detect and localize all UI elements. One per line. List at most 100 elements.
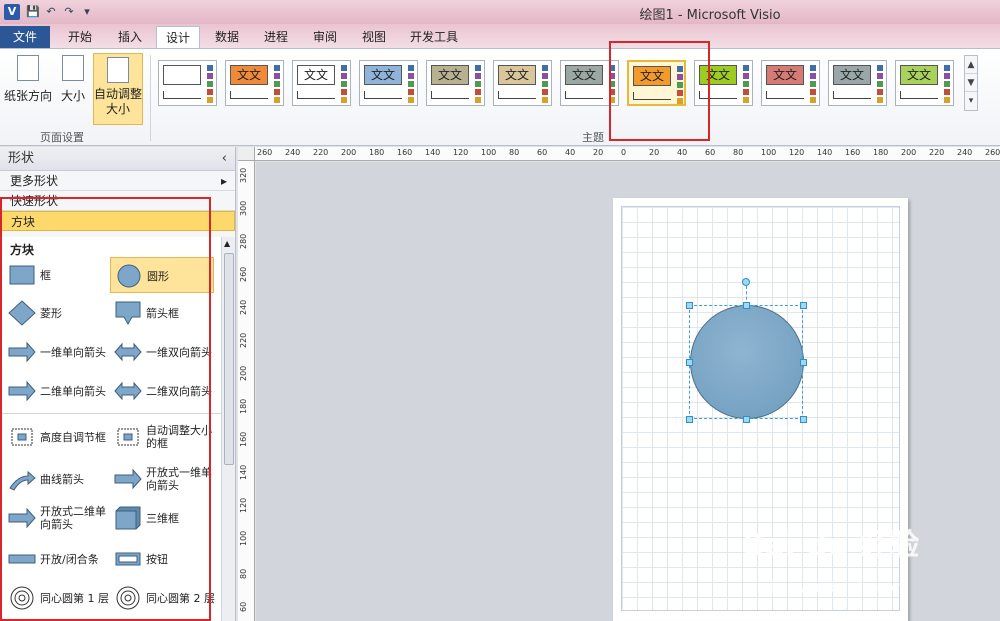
more-shapes-label: 更多形状 [10,174,59,188]
theme-color-swatch [877,73,883,79]
theme-color-swatch [207,97,213,103]
theme-color-swatch [877,65,883,71]
rotation-handle[interactable] [742,278,750,286]
ruler-corner [238,147,255,161]
stencil-scrollbar[interactable]: ▲ [221,237,235,621]
gallery-up-icon[interactable]: ▲ [965,56,977,74]
ruler-tick-label: 240 [285,148,301,157]
ruler-tick-label: 260 [985,148,1000,157]
ruler-tick-label: 100 [481,148,497,157]
ribbon-separator [150,55,151,141]
theme-card: 文文 [833,65,871,85]
theme-item-1[interactable] [158,60,217,106]
theme-color-swatch [274,97,280,103]
ruler-tick-label: 140 [817,148,833,157]
ruler-tick-label: 0 [621,148,627,157]
ruler-tick-label: 120 [453,148,469,157]
theme-color-swatch [274,73,280,79]
ruler-tick-label: 160 [239,431,248,447]
tab-data[interactable]: 数据 [205,26,249,48]
theme-color-swatch [475,89,481,95]
resize-handle-sw[interactable] [686,416,693,423]
theme-color-swatch [542,81,548,87]
horizontal-ruler: 260 240 220 200 180 160 140 120 100 80 60 40 20 0 20 40… [255,147,1000,161]
highlight-box-shapes [0,197,211,621]
tab-design[interactable]: 设计 [156,26,200,48]
tab-developer[interactable]: 开发工具 [403,26,465,48]
resize-handle-n[interactable] [743,302,750,309]
ruler-tick-label: 40 [677,148,688,157]
tab-process[interactable]: 进程 [254,26,298,48]
theme-color-swatch [475,73,481,79]
ruler-tick-label: 40 [565,148,576,157]
baidu-watermark: Bai du 经验 [742,528,920,563]
theme-item-5[interactable]: 文文 [426,60,485,106]
theme-color-swatch [743,73,749,79]
theme-color-swatch [408,97,414,103]
resize-handle-se[interactable] [800,416,807,423]
size-button[interactable]: 大小 [56,55,90,119]
theme-color-swatch [475,65,481,71]
theme-color-swatch [274,89,280,95]
ruler-tick-label: 80 [733,148,744,157]
theme-item-4[interactable]: 文文 [359,60,418,106]
gallery-more-icon[interactable]: ▾ [965,92,977,110]
resize-handle-nw[interactable] [686,302,693,309]
theme-color-swatch [207,81,213,87]
orientation-button[interactable]: 纸张方向 [4,55,52,119]
ruler-tick-label: 20 [593,148,604,157]
collapse-pane-icon[interactable]: ‹ [222,147,227,171]
theme-color-swatch [475,81,481,87]
theme-card [163,65,201,85]
theme-card: 文文 [364,65,402,85]
theme-item-12[interactable]: 文文 [895,60,954,106]
tab-insert[interactable]: 插入 [108,26,152,48]
ruler-tick-label: 120 [239,497,248,513]
scroll-up-icon[interactable]: ▲ [224,239,230,248]
ribbon-tab-row: 文件 开始 插入 设计 数据 进程 审阅 视图 开发工具 [0,24,1000,48]
theme-card: 文文 [431,65,469,85]
theme-color-swatch [341,65,347,71]
theme-color-swatch [542,65,548,71]
chevron-right-icon: ▸ [220,174,227,188]
tab-file[interactable]: 文件 [0,26,50,48]
theme-color-swatch [944,81,950,87]
gallery-down-icon[interactable]: ▼ [965,74,977,92]
ruler-tick-label: 80 [239,568,248,579]
theme-color-swatch [408,65,414,71]
theme-color-swatch [810,89,816,95]
ruler-tick-label: 140 [239,464,248,480]
ruler-tick-label: 280 [239,233,248,249]
autosize-label-1: 自动调整 [94,87,143,101]
ruler-tick-label: 180 [369,148,385,157]
theme-gallery-scroller[interactable]: ▲ ▼ ▾ [964,55,978,111]
theme-color-swatch [944,97,950,103]
autosize-button[interactable]: 自动调整 大小 [93,53,143,125]
shapes-pane: 形状 ‹ 更多形状 ▸ 快速形状 方块 方块 框圆形 菱形 箭头框 一维单向箭头 一维双… [0,147,236,621]
more-shapes-menu[interactable]: 更多形状 ▸ [0,171,235,191]
ruler-tick-label: 200 [341,148,357,157]
ruler-tick-label: 160 [397,148,413,157]
title-bar: V 💾 ↶ ↷ ▾ 绘图1 - Microsoft Visio [0,0,1000,24]
tab-review[interactable]: 审阅 [303,26,347,48]
resize-handle-ne[interactable] [800,302,807,309]
tab-home[interactable]: 开始 [58,26,102,48]
theme-item-6[interactable]: 文文 [493,60,552,106]
tab-view[interactable]: 视图 [352,26,396,48]
theme-item-10[interactable]: 文文 [761,60,820,106]
resize-handle-w[interactable] [686,359,693,366]
ruler-tick-label: 60 [239,601,248,612]
ruler-tick-label: 220 [929,148,945,157]
theme-color-swatch [542,97,548,103]
theme-item-2[interactable]: 文文 [225,60,284,106]
resize-handle-s[interactable] [743,416,750,423]
theme-connector-preview [230,91,268,99]
theme-item-3[interactable]: 文文 [292,60,351,106]
resize-handle-e[interactable] [800,359,807,366]
highlight-box-theme [609,41,710,141]
theme-color-swatch [542,73,548,79]
ruler-tick-label: 20 [649,148,660,157]
theme-item-11[interactable]: 文文 [828,60,887,106]
scrollbar-thumb[interactable] [224,253,234,465]
ruler-tick-label: 200 [901,148,917,157]
